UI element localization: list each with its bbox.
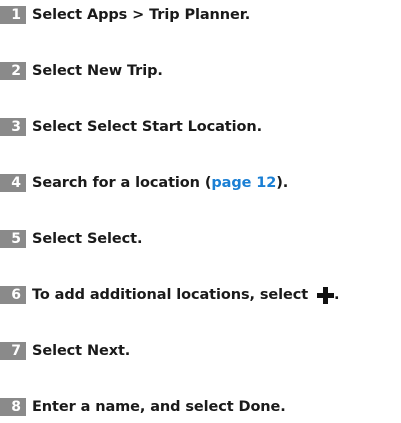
step-8: 8 Enter a name, and select Done. [0, 396, 286, 418]
step-text-before: Search for a location ( [32, 175, 212, 191]
step-number: 1 [0, 6, 26, 24]
step-number: 2 [0, 62, 26, 80]
step-5: 5 Select Select. [0, 228, 142, 250]
plus-icon [317, 286, 334, 304]
step-text-after: . [334, 287, 340, 303]
step-text: Select Select Start Location. [32, 119, 262, 135]
step-3: 3 Select Select Start Location. [0, 116, 262, 138]
step-2: 2 Select New Trip. [0, 60, 163, 82]
step-text: Select New Trip. [32, 63, 163, 79]
step-7: 7 Select Next. [0, 340, 130, 362]
step-number: 3 [0, 118, 26, 136]
step-1: 1 Select Apps > Trip Planner. [0, 4, 250, 26]
step-number: 6 [0, 286, 26, 304]
step-number: 7 [0, 342, 26, 360]
step-text-after: ). [276, 175, 289, 191]
step-text: To add additional locations, select . [32, 284, 340, 306]
step-number: 5 [0, 230, 26, 248]
step-number: 4 [0, 174, 26, 192]
step-4: 4 Search for a location (page 12). [0, 172, 288, 194]
step-text: Search for a location (page 12). [32, 172, 288, 194]
step-6: 6 To add additional locations, select . [0, 284, 340, 306]
page-reference-link[interactable]: page 12 [211, 175, 276, 191]
step-text: Select Apps > Trip Planner. [32, 7, 251, 23]
step-number: 8 [0, 398, 26, 416]
step-text: Select Next. [32, 343, 131, 359]
step-text: Enter a name, and select Done. [32, 399, 286, 415]
step-text: Select Select. [32, 231, 143, 247]
step-text-before: To add additional locations, select [32, 287, 313, 303]
